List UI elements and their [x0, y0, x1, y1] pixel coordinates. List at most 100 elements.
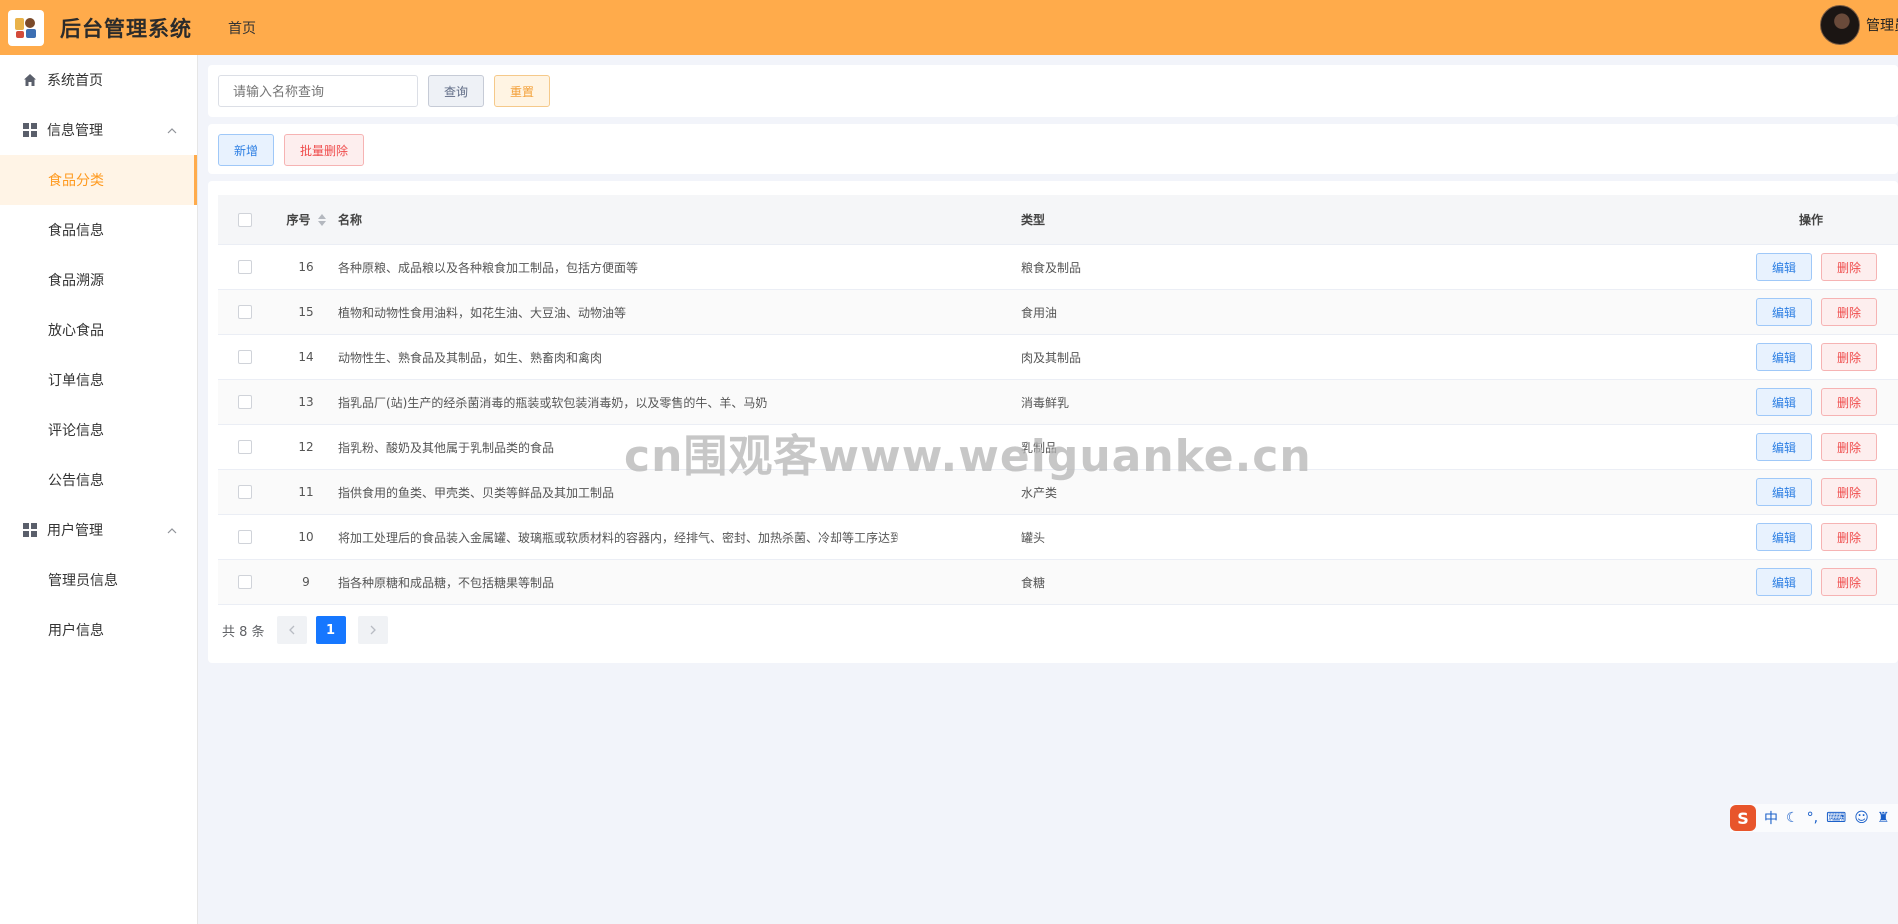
- column-header-name: 名称: [338, 213, 363, 227]
- cell-name: 指乳品厂(站)生产的经杀菌消毒的瓶装或软包装消毒奶，以及零售的牛、羊、马奶: [338, 395, 768, 410]
- column-header-actions: 操作: [1798, 213, 1823, 227]
- delete-button[interactable]: 删除: [1821, 253, 1877, 281]
- grid-icon: [22, 122, 38, 138]
- query-button[interactable]: 查询: [428, 75, 484, 107]
- sidebar-item-orders[interactable]: 订单信息: [0, 355, 197, 405]
- sidebar-item-comments[interactable]: 评论信息: [0, 405, 197, 455]
- select-all-checkbox[interactable]: [238, 212, 252, 227]
- cell-name: 将加工处理后的食品装入金属罐、玻璃瓶或软质材料的容器内，经排气、密封、加热杀菌、…: [338, 530, 898, 545]
- delete-button[interactable]: 删除: [1821, 568, 1877, 596]
- sidebar-group-info[interactable]: 信息管理: [0, 105, 197, 155]
- cell-name: 各种原粮、成品粮以及各种粮食加工制品，包括方便面等: [338, 260, 639, 275]
- cell-type: 肉及其制品: [1021, 350, 1082, 365]
- sidebar-item-food-info[interactable]: 食品信息: [0, 205, 197, 255]
- cell-id: 12: [298, 440, 314, 454]
- app-title: 后台管理系统: [60, 16, 192, 41]
- user-icon[interactable]: ☺: [1854, 810, 1869, 826]
- edit-button[interactable]: 编辑: [1756, 253, 1812, 281]
- delete-button[interactable]: 删除: [1821, 298, 1877, 326]
- cell-id: 13: [298, 395, 314, 409]
- moon-icon[interactable]: ☾: [1786, 810, 1799, 826]
- row-checkbox[interactable]: [238, 395, 252, 409]
- top-header: 后台管理系统 首页 管理员: [0, 0, 1898, 55]
- sidebar-item-safe-food[interactable]: 放心食品: [0, 305, 197, 355]
- chevron-up-icon: [167, 524, 177, 540]
- delete-button[interactable]: 删除: [1821, 433, 1877, 461]
- sidebar-item-label: 系统首页: [47, 73, 103, 89]
- punctuation-icon[interactable]: °,: [1807, 810, 1818, 826]
- cell-name: 指各种原糖和成品糖，不包括糖果等制品: [338, 575, 555, 590]
- delete-button[interactable]: 删除: [1821, 478, 1877, 506]
- sidebar-item-admins[interactable]: 管理员信息: [0, 555, 197, 605]
- pagination: 共 8 条 1: [222, 616, 388, 644]
- row-checkbox[interactable]: [238, 260, 252, 274]
- ime-toolbar[interactable]: S 中 ☾ °, ⌨ ☺ ♜: [1730, 804, 1898, 832]
- skin-icon[interactable]: ♜: [1877, 810, 1890, 826]
- breadcrumb[interactable]: 首页: [228, 18, 256, 38]
- cell-type: 粮食及制品: [1021, 260, 1082, 275]
- edit-button[interactable]: 编辑: [1756, 568, 1812, 596]
- cell-id: 16: [298, 260, 314, 274]
- column-header-type: 类型: [1021, 213, 1046, 227]
- batch-delete-button[interactable]: 批量删除: [284, 134, 364, 166]
- row-checkbox[interactable]: [238, 305, 252, 319]
- sidebar-item-notices[interactable]: 公告信息: [0, 455, 197, 505]
- column-header-label: 序号: [286, 213, 311, 227]
- next-page-button[interactable]: [357, 616, 388, 644]
- prev-page-button[interactable]: [276, 616, 307, 644]
- delete-button[interactable]: 删除: [1821, 388, 1877, 416]
- sidebar-item-food-trace[interactable]: 食品溯源: [0, 255, 197, 305]
- sidebar-group-label: 用户管理: [47, 523, 103, 539]
- cell-id: 10: [298, 530, 314, 544]
- search-panel: 查询 重置: [208, 65, 1898, 117]
- table-row: 10 将加工处理后的食品装入金属罐、玻璃瓶或软质材料的容器内，经排气、密封、加热杀…: [218, 515, 1898, 560]
- edit-button[interactable]: 编辑: [1756, 523, 1812, 551]
- row-checkbox[interactable]: [238, 575, 252, 589]
- action-panel: 新增 批量删除: [208, 124, 1898, 174]
- ime-logo-icon[interactable]: S: [1730, 805, 1756, 831]
- column-header-id[interactable]: 序号: [273, 195, 339, 244]
- keyboard-icon[interactable]: ⌨: [1826, 810, 1846, 826]
- cell-type: 食糖: [1021, 575, 1046, 590]
- cell-id: 15: [298, 305, 314, 319]
- sidebar-item-users[interactable]: 用户信息: [0, 605, 197, 655]
- cell-id: 14: [298, 350, 314, 364]
- delete-button[interactable]: 删除: [1821, 343, 1877, 371]
- row-checkbox[interactable]: [238, 485, 252, 499]
- total-count: 共 8 条: [222, 624, 265, 640]
- chevron-left-icon: [288, 625, 295, 635]
- sort-icon[interactable]: [317, 213, 326, 226]
- sidebar-group-label: 信息管理: [47, 123, 103, 139]
- sidebar: 系统首页 信息管理 食品分类 食品信息 食品溯源 放心食品 订单信息 评论信息 …: [0, 55, 198, 924]
- sidebar-group-users[interactable]: 用户管理: [0, 505, 197, 555]
- cell-type: 食用油: [1021, 305, 1058, 320]
- table-row: 16 各种原粮、成品粮以及各种粮食加工制品，包括方便面等 粮食及制品 编辑 删除: [218, 245, 1898, 290]
- row-checkbox[interactable]: [238, 440, 252, 454]
- reset-button[interactable]: 重置: [494, 75, 550, 107]
- home-icon: [22, 72, 38, 88]
- watermark-text: cn围观客www.weiguanke.cn: [624, 431, 1312, 482]
- edit-button[interactable]: 编辑: [1756, 388, 1812, 416]
- table-row: 15 植物和动物性食用油料，如花生油、大豆油、动物油等 食用油 编辑 删除: [218, 290, 1898, 335]
- user-menu[interactable]: 管理员: [1820, 5, 1898, 45]
- avatar[interactable]: [1820, 5, 1860, 45]
- sidebar-item-food-category[interactable]: 食品分类: [0, 155, 197, 205]
- row-checkbox[interactable]: [238, 530, 252, 544]
- app-logo-icon: [8, 9, 44, 46]
- cell-id: 11: [298, 485, 314, 499]
- edit-button[interactable]: 编辑: [1756, 298, 1812, 326]
- edit-button[interactable]: 编辑: [1756, 478, 1812, 506]
- edit-button[interactable]: 编辑: [1756, 343, 1812, 371]
- page-number-current[interactable]: 1: [315, 616, 346, 644]
- search-input[interactable]: [218, 75, 418, 107]
- edit-button[interactable]: 编辑: [1756, 433, 1812, 461]
- row-checkbox[interactable]: [238, 350, 252, 364]
- add-button[interactable]: 新增: [218, 134, 274, 166]
- ime-mode[interactable]: 中: [1764, 808, 1778, 828]
- delete-button[interactable]: 删除: [1821, 523, 1877, 551]
- sidebar-item-home[interactable]: 系统首页: [0, 55, 197, 105]
- cell-name: 植物和动物性食用油料，如花生油、大豆油、动物油等: [338, 305, 627, 320]
- table-row: 9 指各种原糖和成品糖，不包括糖果等制品 食糖 编辑 删除: [218, 560, 1898, 605]
- table-header: 序号 名称 类型 操作: [218, 195, 1898, 245]
- user-name[interactable]: 管理员: [1866, 15, 1898, 35]
